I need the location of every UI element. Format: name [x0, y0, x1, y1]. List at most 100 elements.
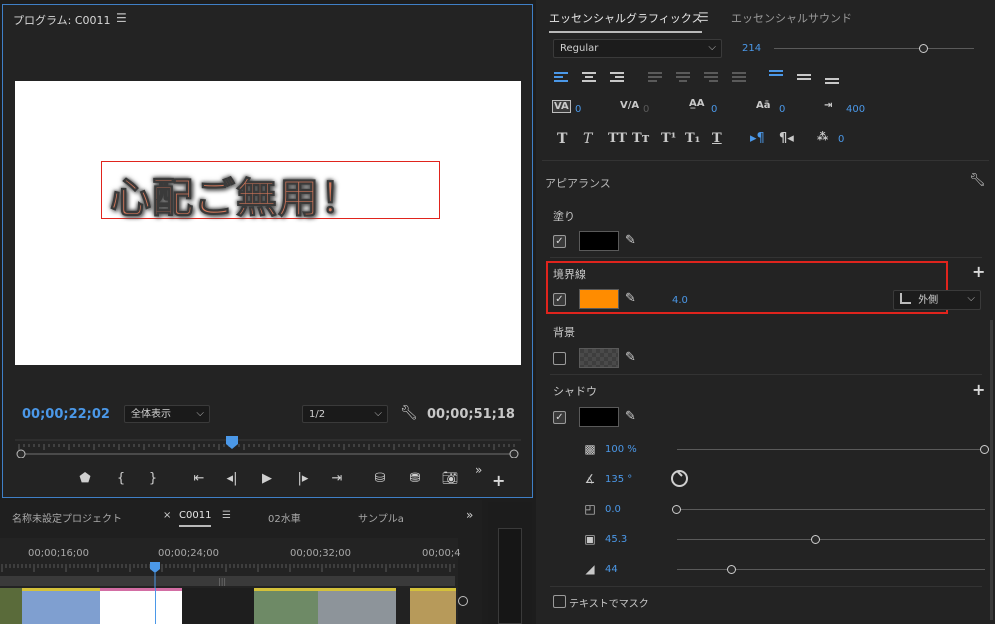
tab-sequence-c0011[interactable]: C0011: [179, 510, 212, 527]
faux-italic-icon[interactable]: T: [583, 131, 592, 147]
shadow-opacity-value[interactable]: 100 %: [605, 444, 637, 455]
text-layer-bounding-box[interactable]: 心配ご無用！: [101, 161, 440, 223]
stroke-color-swatch[interactable]: [579, 289, 619, 309]
tab-sequence-sample[interactable]: サンプルa: [358, 510, 404, 525]
align-middle-icon[interactable]: [797, 74, 811, 86]
add-stroke-plus-icon[interactable]: +: [972, 262, 985, 281]
shadow-distance-value[interactable]: 0.0: [605, 504, 621, 515]
program-monitor-title[interactable]: プログラム: C0011: [13, 12, 111, 28]
angle-dial[interactable]: [671, 470, 688, 487]
go-to-in-icon[interactable]: ⇤: [188, 471, 210, 486]
align-center-icon[interactable]: [582, 72, 596, 84]
add-marker-icon[interactable]: ⬟: [74, 471, 96, 486]
align-bottom-icon[interactable]: [825, 78, 839, 90]
program-time-ruler[interactable]: [15, 436, 521, 458]
superscript-icon[interactable]: T¹: [661, 131, 676, 146]
leading-value[interactable]: 400: [846, 104, 865, 115]
tab-sequence-02[interactable]: 02水車: [268, 510, 301, 525]
stroke-width-value[interactable]: 4.0: [672, 295, 688, 306]
shadow-blur-track[interactable]: [677, 569, 985, 570]
more-controls-icon[interactable]: »: [475, 463, 482, 477]
step-forward-icon[interactable]: |▸: [292, 471, 314, 486]
graphic-clip[interactable]: [100, 588, 182, 624]
font-size-slider-knob[interactable]: [919, 44, 928, 53]
background-checkbox[interactable]: [553, 352, 566, 365]
tsume-value[interactable]: 0: [779, 104, 785, 115]
shadow-distance-knob[interactable]: [672, 505, 681, 514]
clip-thumbnail[interactable]: [0, 588, 22, 624]
font-size-slider-track[interactable]: [774, 48, 974, 49]
tab-essential-sound[interactable]: エッセンシャルサウンド: [731, 10, 852, 26]
justify-left-icon[interactable]: [648, 72, 662, 84]
camera-icon[interactable]: 📷︎: [439, 471, 461, 486]
current-timecode[interactable]: 00;00;22;02: [22, 407, 110, 422]
clip[interactable]: [22, 588, 100, 624]
panel-menu-icon[interactable]: ☰: [222, 510, 231, 521]
shadow-color-swatch[interactable]: [579, 407, 619, 427]
program-canvas[interactable]: 心配ご無用！: [15, 81, 521, 365]
shadow-size-knob[interactable]: [810, 535, 820, 544]
mask-with-text-checkbox[interactable]: [553, 595, 566, 608]
shadow-size-value[interactable]: 45.3: [605, 534, 627, 545]
video-track[interactable]: [0, 588, 458, 624]
shadow-opacity-track[interactable]: [677, 449, 985, 450]
tracking-value[interactable]: 0: [643, 104, 649, 115]
shadow-blur-knob[interactable]: [727, 565, 737, 574]
extract-icon[interactable]: ⛃: [404, 471, 426, 486]
font-size-value[interactable]: 214: [742, 43, 761, 54]
clip-thumbnail[interactable]: [318, 588, 396, 624]
font-style-dropdown[interactable]: Regular ⌵: [553, 39, 722, 58]
shadow-checkbox[interactable]: ✓: [553, 411, 566, 424]
more-tabs-icon[interactable]: »: [466, 508, 473, 522]
tab-project[interactable]: 名称未設定プロジェクト: [12, 510, 122, 525]
eyedropper-icon[interactable]: ✎: [625, 291, 636, 306]
align-left-icon[interactable]: [554, 72, 568, 84]
eyedropper-icon[interactable]: ✎: [625, 233, 636, 248]
clip-thumbnail[interactable]: [254, 588, 318, 624]
playback-resolution-dropdown[interactable]: 1/2 ⌵: [302, 405, 388, 423]
timeline-ruler[interactable]: 00;00;16;00 00;00;24;00 00;00;32;00 00;0…: [0, 538, 461, 588]
wrench-icon[interactable]: 🔧︎: [969, 173, 986, 188]
justify-all-icon[interactable]: [732, 72, 746, 84]
step-back-icon[interactable]: ◂|: [221, 471, 243, 486]
wrench-icon[interactable]: 🔧︎: [400, 405, 418, 421]
eyedropper-icon[interactable]: ✎: [625, 350, 636, 365]
subscript-icon[interactable]: T₁: [685, 131, 700, 146]
button-editor-plus-icon[interactable]: +: [492, 471, 505, 490]
zoom-fit-dropdown[interactable]: 全体表示 ⌵: [124, 405, 210, 423]
shadow-blur-value[interactable]: 44: [605, 564, 618, 575]
justify-right-icon[interactable]: [704, 72, 718, 84]
align-right-icon[interactable]: [610, 72, 624, 84]
shadow-distance-track[interactable]: [677, 509, 985, 510]
fill-color-swatch[interactable]: [579, 231, 619, 251]
clip-thumbnail[interactable]: [410, 588, 456, 624]
align-top-icon[interactable]: [769, 70, 783, 82]
ltr-paragraph-icon[interactable]: ▸¶: [750, 131, 765, 146]
kerning-value[interactable]: 0: [575, 104, 581, 115]
small-caps-icon[interactable]: Tт: [632, 131, 650, 146]
shadow-opacity-knob[interactable]: [980, 445, 989, 454]
panel-menu-icon[interactable]: ☰: [698, 10, 709, 24]
shadow-size-track[interactable]: [677, 539, 985, 540]
go-to-out-icon[interactable]: ⇥: [326, 471, 348, 486]
shadow-angle-value[interactable]: 135 °: [605, 474, 632, 485]
lift-icon[interactable]: ⛁: [369, 471, 391, 486]
tab-width-value[interactable]: 0: [838, 134, 844, 145]
baseline-shift-value[interactable]: 0: [711, 104, 717, 115]
play-icon[interactable]: ▶: [256, 471, 278, 486]
panel-menu-icon[interactable]: ☰: [116, 11, 127, 25]
eyedropper-icon[interactable]: ✎: [625, 409, 636, 424]
add-shadow-plus-icon[interactable]: +: [972, 380, 985, 399]
panel-scrollbar[interactable]: [990, 320, 993, 620]
stroke-position-dropdown[interactable]: 外側 ⌵: [893, 290, 981, 310]
fill-checkbox[interactable]: ✓: [553, 235, 566, 248]
track-scroll-handle[interactable]: [458, 596, 468, 606]
mark-in-icon[interactable]: {: [110, 471, 132, 486]
tab-essential-graphics[interactable]: エッセンシャルグラフィックス: [549, 10, 703, 33]
all-caps-icon[interactable]: TT: [608, 131, 627, 146]
justify-center-icon[interactable]: [676, 72, 690, 84]
mark-out-icon[interactable]: }: [142, 471, 164, 486]
close-tab-icon[interactable]: ×: [163, 510, 171, 521]
underline-icon[interactable]: T: [712, 131, 722, 146]
background-color-swatch[interactable]: [579, 348, 619, 368]
